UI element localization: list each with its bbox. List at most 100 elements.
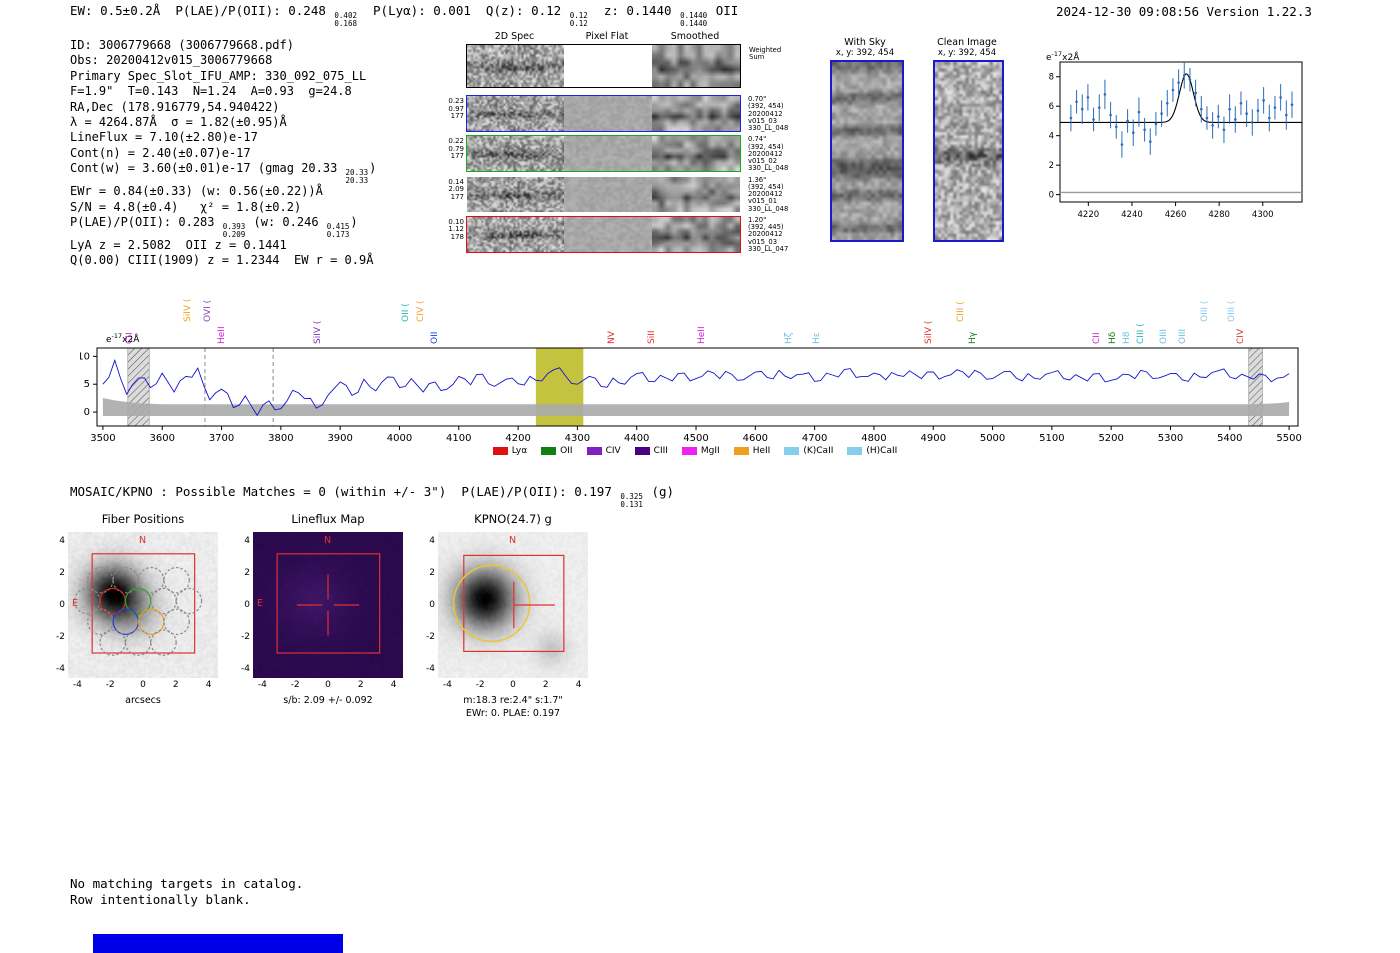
- north-label: N: [509, 535, 517, 546]
- fiber-positions-panel: N E -4 -4 -2 -2 0 0 2 2 4 4: [56, 532, 218, 690]
- stacked-uncertainty: 20.33 20.33: [345, 168, 369, 185]
- svg-text:4300: 4300: [565, 433, 590, 444]
- x-tick-label: 2: [357, 680, 364, 690]
- row-fiber-annotation: 0.74" (392, 454) 20200412 v015_02 330_LL_048: [748, 135, 789, 173]
- detection-info-block: ID: 3006779668 (3006779668.pdf) Obs: 2020…: [70, 38, 430, 269]
- legend-swatch-icon: [784, 447, 800, 455]
- line-fit-zoom-plot: e-17x2Å 4220 4240 4260 4280 4300 0 2 4 6 8: [1038, 48, 1328, 238]
- info-line-2: Obs: 20200412v015_3006779668: [70, 53, 430, 68]
- svg-text:4700: 4700: [802, 433, 827, 444]
- spec2d-image: [467, 216, 564, 252]
- text-segment: Primary Spec_Slot_IFU_AMP: 330_092_075_L…: [70, 68, 367, 83]
- mosaic-summary-line: MOSAIC/KPNO : Possible Matches = 0 (with…: [70, 484, 674, 508]
- emission-line-label: SiIV (: [313, 320, 324, 344]
- emission-line-label: HeII: [216, 326, 227, 344]
- y-tick-label: -4: [241, 664, 250, 674]
- legend-label: (H)CaII: [866, 446, 898, 456]
- x-tick-label: 0: [325, 680, 331, 690]
- svg-text:5300: 5300: [1158, 433, 1183, 444]
- svg-text:3900: 3900: [327, 433, 352, 444]
- legend-label: (K)CaII: [803, 446, 834, 456]
- stacked-uncertainty: 0.1440 0.1440: [680, 11, 708, 28]
- x-tick-label: -4: [72, 680, 82, 690]
- text-segment: λ = 4264.87Å σ = 1.82(±0.95)Å: [70, 115, 287, 130]
- legend-item: (H)CaII: [847, 446, 897, 456]
- svg-text:3800: 3800: [268, 433, 293, 444]
- spectrum-legend: Lyα OII CIV CIII MgII HeII (K)CaII (H)CaII: [80, 446, 1310, 456]
- svg-text:4280: 4280: [1208, 210, 1230, 220]
- y-tick-label: 4: [429, 536, 435, 546]
- info-line-4: F=1.9" T=0.143 N=1.24 A=0.93 g=24.8: [70, 84, 430, 99]
- fiber-xlabel: arcsecs: [125, 695, 161, 706]
- text-segment: RA,Dec (178.916779,54.940422): [70, 99, 280, 114]
- svg-text:0: 0: [1049, 191, 1054, 201]
- spec2d-image: [467, 176, 564, 212]
- x-tick-label: 2: [172, 680, 179, 690]
- y-tick-label: 0: [429, 600, 435, 610]
- legend-label: MgII: [700, 446, 720, 456]
- x-tick-label: 0: [510, 680, 516, 690]
- emission-line-label: CII: [1092, 332, 1103, 344]
- emission-line-label: Hζ: [783, 332, 794, 344]
- text-segment: (g): [643, 484, 675, 499]
- info-line-14: Q(0.00) CIII(1909) z = 1.2344 EW r = 0.9…: [70, 253, 430, 268]
- text-segment: ): [369, 161, 377, 176]
- footer-line-2: Row intentionally blank.: [70, 891, 251, 907]
- y-tick-label: 4: [244, 536, 250, 546]
- info-line-8: Cont(n) = 2.40(±0.07)e-17: [70, 146, 430, 161]
- col-title-2dspec: 2D Spec: [494, 31, 535, 42]
- text-segment: S/N = 4.8(±0.4) χ² = 1.8(±0.2): [70, 199, 302, 214]
- flat-image: [564, 136, 652, 172]
- text-segment: z: 0.1440: [588, 3, 680, 18]
- row-weight-labels: 0.23 0.97 177: [448, 97, 464, 121]
- spec2d-image: [467, 96, 564, 131]
- info-line-7: LineFlux = 7.10(±2.80)e-17: [70, 130, 430, 145]
- emission-line-label: NV: [606, 331, 617, 344]
- y-tick-label: 2: [429, 568, 435, 578]
- footer-note: No matching targets in catalog. Row inte…: [70, 876, 303, 907]
- x-tick-label: -2: [475, 680, 485, 690]
- timestamp-version: 2024-12-30 09:08:56 Version 1.22.3: [1056, 4, 1312, 19]
- svg-text:4500: 4500: [683, 433, 708, 444]
- clean-image-title: Clean Image: [937, 37, 997, 48]
- legend-item: CIII: [634, 446, 668, 456]
- smooth-image: [652, 176, 740, 212]
- north-label: N: [139, 535, 147, 546]
- legend-swatch-icon: [733, 447, 749, 455]
- y-tick-label: 4: [59, 536, 65, 546]
- svg-text:4100: 4100: [446, 433, 471, 444]
- x-tick-label: -4: [257, 680, 267, 690]
- emission-line-label: CIII (: [1136, 323, 1147, 344]
- svg-text:5100: 5100: [1039, 433, 1064, 444]
- clean-image: [933, 60, 1004, 242]
- info-line-12: P(LAE)/P(OII): 0.283 0.393 0.209 (w: 0.24…: [70, 215, 430, 238]
- row-fiber-annotation: 1.20" (392, 445) 20200412 v015_03 330_LL_047: [748, 215, 789, 254]
- svg-text:4200: 4200: [505, 433, 530, 444]
- legend-swatch-icon: [847, 447, 863, 455]
- text-segment: ): [350, 215, 358, 230]
- emission-line-label: OIII: [1158, 328, 1169, 344]
- emission-line-label: CIV: [1235, 328, 1246, 344]
- text-segment: Cont(w) = 3.60(±0.01)e-17 (gmag 20.33: [70, 161, 345, 176]
- info-line-1: ID: 3006779668 (3006779668.pdf): [70, 38, 430, 53]
- stacked-uncertainty: 0.415 0.173: [326, 222, 350, 239]
- emission-line-label: Hδ: [1108, 331, 1119, 344]
- emission-line-label: OIII: [1177, 328, 1188, 344]
- emission-line-label: OVI (: [202, 299, 213, 322]
- x-tick-label: -2: [105, 680, 115, 690]
- stacked-uncertainty: 0.402 0.168: [334, 11, 357, 28]
- svg-text:4220: 4220: [1078, 210, 1100, 220]
- x-tick-label: 2: [542, 680, 549, 690]
- smooth-image: [652, 136, 740, 172]
- x-tick-label: -4: [442, 680, 452, 690]
- svg-text:5: 5: [84, 379, 90, 390]
- classification-bar: [93, 934, 343, 953]
- emission-line-label: CIV (: [416, 300, 426, 322]
- x-tick-label: 4: [575, 680, 582, 690]
- svg-text:3600: 3600: [150, 433, 175, 444]
- emission-line-label: CIII (: [955, 301, 966, 322]
- text-segment: EWr = 0.84(±0.33) (w: 0.56(±0.22))Å: [70, 184, 323, 199]
- y-tick-label: 0: [244, 600, 250, 610]
- weighted-sum-row: [466, 44, 741, 88]
- east-label: E: [72, 598, 79, 609]
